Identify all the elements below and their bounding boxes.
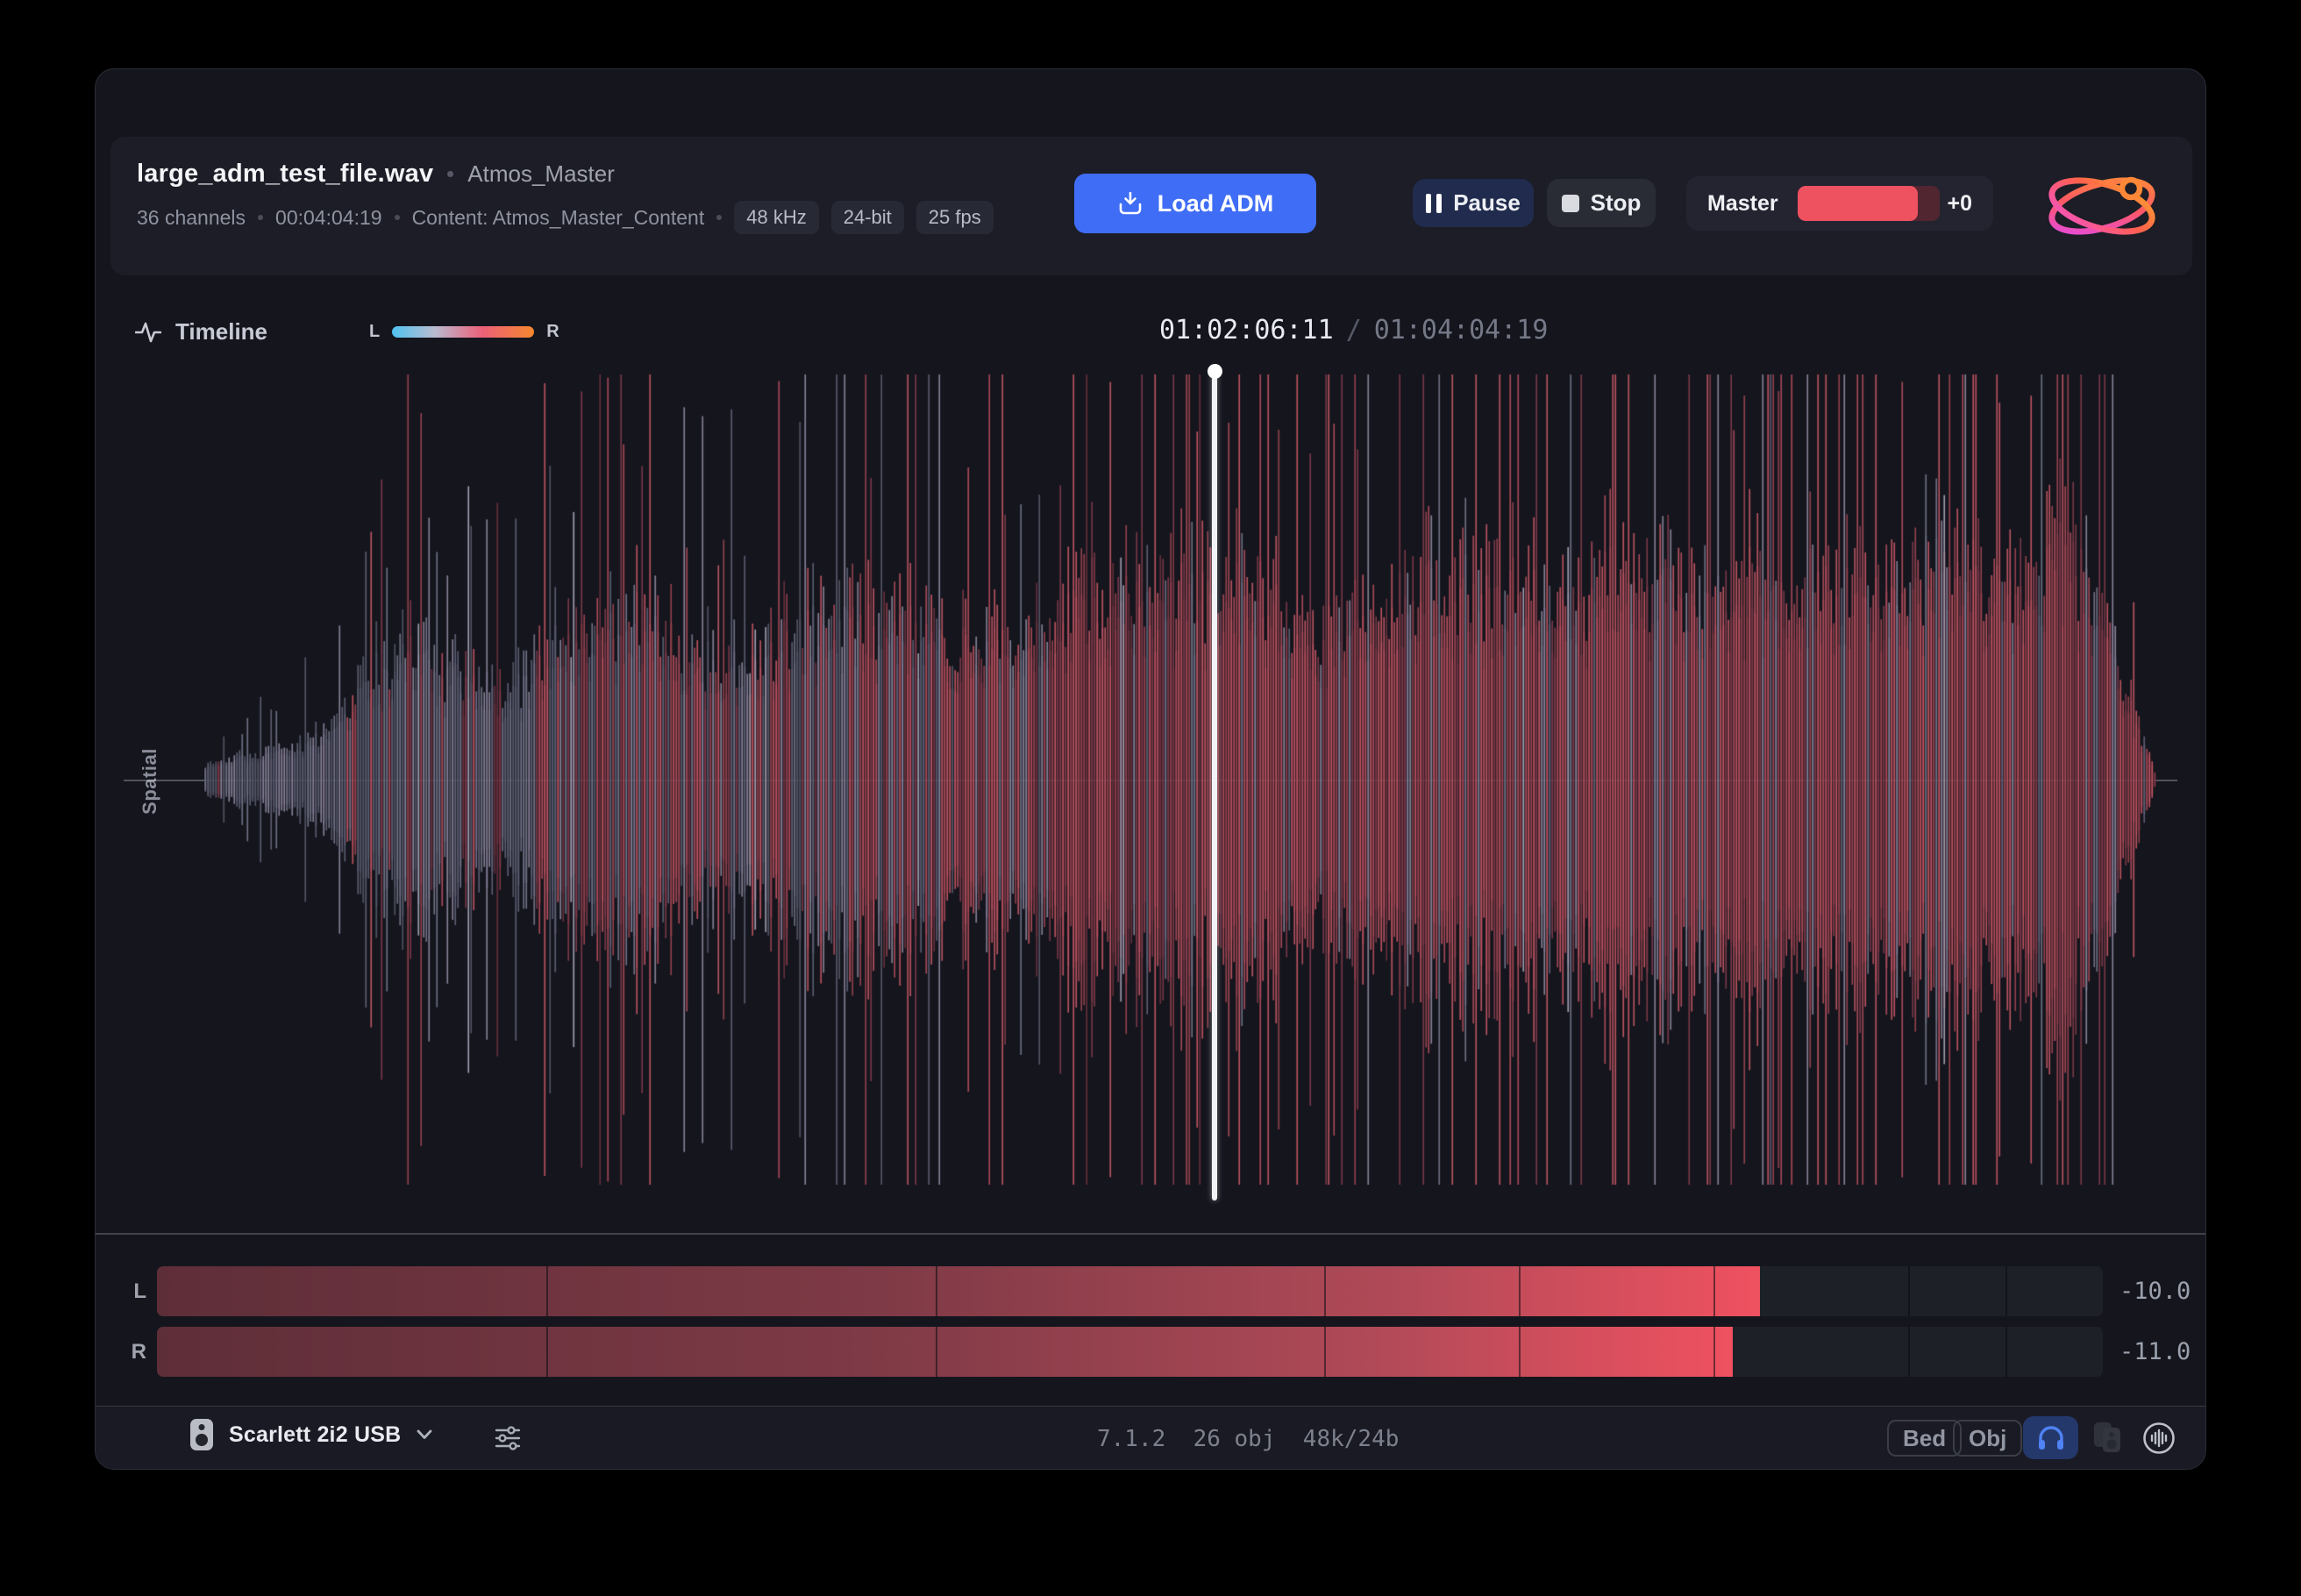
meter-scale-tick <box>1713 1327 1715 1377</box>
master-volume-value: +0 <box>1947 191 1972 217</box>
framerate-badge: 25 fps <box>916 201 994 234</box>
orbit-logo <box>2043 174 2161 239</box>
master-volume-fill <box>1798 186 1919 221</box>
pan-right-label: R <box>546 322 559 342</box>
headphones-monitor-button[interactable] <box>2023 1416 2078 1459</box>
header-panel: large_adm_test_file.wav Atmos_Master 36 … <box>110 137 2192 275</box>
meter-right-track <box>157 1327 2103 1377</box>
meter-scale-tick <box>546 1327 548 1377</box>
chevron-down-icon <box>417 1429 432 1440</box>
mixer-sliders-icon <box>495 1426 521 1450</box>
pause-label: Pause <box>1453 189 1521 217</box>
timeline-panel: Timeline L R 01:02:06:11 / 01:04:04:19 S… <box>110 306 2192 1208</box>
total-timecode: 01:04:04:19 <box>1374 315 1549 346</box>
headphones-icon <box>2037 1425 2065 1451</box>
pause-icon <box>1426 194 1442 213</box>
meter-scale-tick <box>546 1266 548 1316</box>
timeline-header: Timeline L R <box>135 318 559 346</box>
meter-scale-tick <box>936 1327 937 1377</box>
time-display: 01:02:06:11 / 01:04:04:19 <box>1159 315 1548 346</box>
load-adm-label: Load ADM <box>1158 190 1273 217</box>
speaker-pair-icon <box>2091 1421 2126 1456</box>
meter-right-value: -11.0 <box>2119 1327 2191 1377</box>
stop-icon <box>1562 195 1579 212</box>
file-info: large_adm_test_file.wav Atmos_Master 36 … <box>137 160 994 234</box>
bitdepth-badge: 24-bit <box>831 201 904 234</box>
meter-scale-tick <box>1908 1266 1910 1316</box>
speaker-output-button[interactable] <box>2091 1421 2126 1458</box>
current-timecode: 01:02:06:11 <box>1159 315 1334 346</box>
dot-separator <box>447 171 453 177</box>
bed-toggle-button[interactable]: Bed <box>1887 1420 1962 1457</box>
format-status-text: 7.1.2 26 obj 48k/24b <box>1097 1426 1399 1452</box>
mixer-settings-button[interactable] <box>495 1426 521 1453</box>
file-title: large_adm_test_file.wav <box>137 160 433 189</box>
meter-left-label: L <box>96 1266 146 1316</box>
master-volume-group: Master +0 <box>1686 176 1993 231</box>
samplerate-badge: 48 kHz <box>734 201 818 234</box>
divider <box>96 1233 2206 1235</box>
waveform-display[interactable] <box>204 356 2156 1203</box>
pulse-circle-icon <box>2142 1421 2176 1455</box>
meter-row-right: R -11.0 <box>96 1327 2206 1377</box>
audio-device-name: Scarlett 2i2 USB <box>229 1422 401 1448</box>
load-tray-icon <box>1117 190 1143 217</box>
dot-separator <box>395 215 400 220</box>
meter-row-left: L -10.0 <box>96 1266 2206 1316</box>
pause-button[interactable]: Pause <box>1413 179 1534 227</box>
dot-separator <box>258 215 263 220</box>
meter-right-fill <box>157 1327 1733 1377</box>
meter-scale-tick <box>2005 1327 2007 1377</box>
status-bar: Scarlett 2i2 USB 7.1.2 26 obj 48k/24b Be… <box>96 1407 2206 1470</box>
meter-scale-tick <box>1519 1327 1521 1377</box>
meter-scale-tick <box>936 1266 937 1316</box>
pan-gradient-bar <box>392 326 534 338</box>
channel-count: 36 channels <box>137 206 246 230</box>
audio-device-selector[interactable]: Scarlett 2i2 USB <box>190 1419 432 1450</box>
meter-scale-tick <box>1908 1327 1910 1377</box>
master-volume-label: Master <box>1707 191 1778 217</box>
meter-right-label: R <box>96 1327 146 1377</box>
app-window: large_adm_test_file.wav Atmos_Master 36 … <box>95 68 2206 1470</box>
pan-left-label: L <box>369 322 380 342</box>
speaker-icon <box>190 1419 213 1450</box>
timecode-separator: / <box>1346 315 1362 346</box>
load-adm-button[interactable]: Load ADM <box>1074 174 1316 233</box>
meter-left-track <box>157 1266 2103 1316</box>
meter-scale-tick <box>1324 1266 1326 1316</box>
activity-pulse-icon <box>135 320 161 345</box>
meter-scale-tick <box>1713 1266 1715 1316</box>
voice-pulse-button[interactable] <box>2142 1421 2176 1457</box>
meter-left-value: -10.0 <box>2119 1266 2191 1316</box>
master-volume-slider[interactable] <box>1798 186 1940 221</box>
dot-separator <box>716 215 722 220</box>
meter-scale-tick <box>2005 1266 2007 1316</box>
meter-scale-tick <box>1324 1327 1326 1377</box>
timeline-title: Timeline <box>175 318 267 346</box>
spatial-axis-label: Spatial <box>139 748 161 815</box>
playhead-line[interactable] <box>1212 373 1217 1201</box>
obj-toggle-button[interactable]: Obj <box>1953 1420 2022 1457</box>
master-name: Atmos_Master <box>467 160 615 188</box>
meter-scale-tick <box>1519 1266 1521 1316</box>
content-name: Content: Atmos_Master_Content <box>412 206 705 230</box>
stop-button[interactable]: Stop <box>1547 179 1656 227</box>
file-duration: 00:04:04:19 <box>275 206 382 230</box>
stop-label: Stop <box>1591 189 1642 217</box>
